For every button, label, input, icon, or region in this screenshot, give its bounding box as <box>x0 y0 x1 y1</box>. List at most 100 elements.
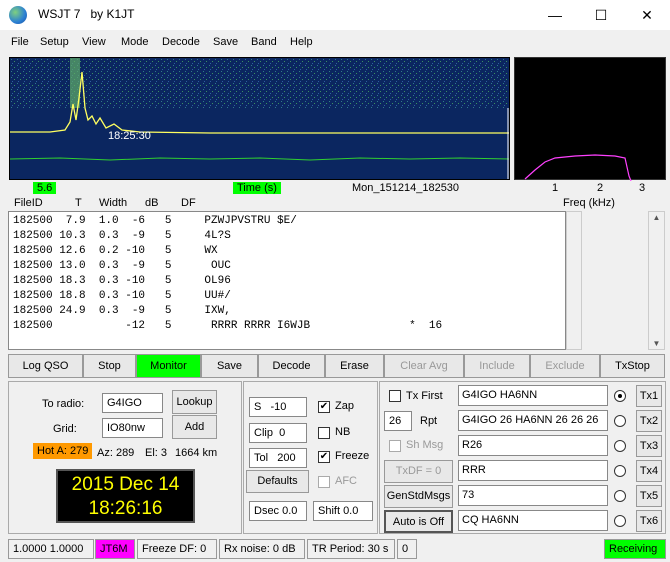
tx6-button[interactable]: Tx6 <box>636 510 662 532</box>
lookup-button[interactable]: Lookup <box>172 390 217 414</box>
menu-file[interactable]: File <box>11 36 29 48</box>
tx-first-checkbox[interactable] <box>389 390 401 402</box>
tol-field[interactable]: Tol 200 <box>249 448 307 468</box>
exclude-button[interactable]: Exclude <box>530 354 600 378</box>
scroll-down-icon[interactable]: ▼ <box>649 339 664 348</box>
tx4-message[interactable]: RRR <box>458 460 608 481</box>
grid-input[interactable]: IO80nw <box>102 418 163 438</box>
clock-date: 2015 Dec 14 <box>71 474 180 495</box>
tx3-button[interactable]: Tx3 <box>636 435 662 457</box>
dsec-field[interactable]: Dsec 0.0 <box>249 501 307 521</box>
decode-button[interactable]: Decode <box>258 354 325 378</box>
tx3-message[interactable]: R26 <box>458 435 608 456</box>
nb-checkbox[interactable] <box>318 427 330 439</box>
status-mode: JT6M <box>95 539 135 559</box>
menu-band[interactable]: Band <box>251 36 277 48</box>
save-button[interactable]: Save <box>201 354 258 378</box>
rpt-label: Rpt <box>420 415 438 427</box>
tx1-button[interactable]: Tx1 <box>636 385 662 407</box>
window-title: WSJT 7 by K1JT <box>38 7 135 21</box>
status-receiving: Receiving <box>604 539 666 559</box>
defaults-button[interactable]: Defaults <box>246 470 309 493</box>
status-levels: 1.0000 1.0000 <box>8 539 94 559</box>
azimuth-value: Az: 289 <box>97 447 135 459</box>
rpt-input[interactable]: 26 <box>384 411 412 431</box>
scale-left-value: 5.6 <box>33 182 57 194</box>
menu-save[interactable]: Save <box>213 36 238 48</box>
afc-checkbox[interactable] <box>318 476 330 488</box>
menu-help[interactable]: Help <box>290 36 313 48</box>
maximize-button[interactable]: ☐ <box>578 0 624 30</box>
scroll-up-icon[interactable]: ▲ <box>649 213 664 222</box>
tx6-message[interactable]: CQ HA6NN <box>458 510 608 531</box>
header-df: DF <box>181 197 196 209</box>
erase-button[interactable]: Erase <box>325 354 384 378</box>
monitor-button[interactable]: Monitor <box>136 354 201 378</box>
clock-time: 18:26:16 <box>88 498 163 519</box>
freq-axis-label: Freq (kHz) <box>563 197 615 209</box>
txstop-button[interactable]: TxStop <box>600 354 665 378</box>
decoded-scrollbar[interactable] <box>566 211 582 350</box>
hot-a-badge: Hot A: 279 <box>33 443 93 459</box>
to-radio-input[interactable]: G4IGO <box>102 393 163 413</box>
shift-field[interactable]: Shift 0.0 <box>313 501 373 521</box>
tx1-message[interactable]: G4IGO HA6NN <box>458 385 608 406</box>
stop-button[interactable]: Stop <box>83 354 136 378</box>
tx5-radio[interactable] <box>614 490 626 502</box>
menu-setup[interactable]: Setup <box>40 36 69 48</box>
minimize-button[interactable]: — <box>532 0 578 30</box>
freq-tick-1: 1 <box>552 182 559 194</box>
clear-avg-button[interactable]: Clear Avg <box>384 354 464 378</box>
menu-view[interactable]: View <box>82 36 106 48</box>
time-axis-label: Time (s) <box>233 182 281 194</box>
s-field[interactable]: S -10 <box>249 397 307 417</box>
elevation-value: El: 3 <box>145 447 168 459</box>
header-t: T <box>75 197 82 209</box>
distance-value: 1664 km <box>175 447 218 459</box>
zap-checkbox[interactable]: ✔ <box>318 401 330 413</box>
tx-first-label: Tx First <box>406 390 443 402</box>
tx2-button[interactable]: Tx2 <box>636 410 662 432</box>
sh-msg-label: Sh Msg <box>406 439 444 451</box>
menu-mode[interactable]: Mode <box>121 36 149 48</box>
freq-tick-3: 3 <box>639 182 646 194</box>
right-scrollbar[interactable]: ▲ ▼ <box>648 211 665 350</box>
tx4-radio[interactable] <box>614 465 626 477</box>
grid-label: Grid: <box>53 423 77 435</box>
close-button[interactable]: ✕ <box>624 0 670 30</box>
header-width: Width <box>99 197 128 209</box>
tx2-radio[interactable] <box>614 415 626 427</box>
sh-msg-checkbox[interactable] <box>389 440 401 452</box>
decoded-text-area[interactable]: 182500 7.9 1.0 -6 5 PZWJPVSTRU $E/ 18250… <box>8 211 566 350</box>
tx2-message[interactable]: G4IGO 26 HA6NN 26 26 26 <box>458 410 608 431</box>
tx1-radio[interactable] <box>614 390 626 402</box>
decoded-lines: 182500 7.9 1.0 -6 5 PZWJPVSTRU $E/ 18250… <box>13 215 443 332</box>
header-fileid: FileID <box>14 197 43 209</box>
add-button[interactable]: Add <box>172 415 217 439</box>
spectrum-display[interactable] <box>514 57 666 181</box>
log-qso-button[interactable]: Log QSO <box>8 354 83 378</box>
menu-decode[interactable]: Decode <box>162 36 200 48</box>
auto-button[interactable]: Auto is Off <box>384 510 453 533</box>
freeze-label: Freeze <box>335 450 370 462</box>
tx5-message[interactable]: 73 <box>458 485 608 506</box>
tx3-radio[interactable] <box>614 440 626 452</box>
include-button[interactable]: Include <box>464 354 530 378</box>
tx5-button[interactable]: Tx5 <box>636 485 662 507</box>
txdf-button[interactable]: TxDF = 0 <box>384 460 453 483</box>
status-freeze-df: Freeze DF: 0 <box>137 539 217 559</box>
waterfall-time-label: 18:25:30 <box>108 130 151 142</box>
file-label: Mon_151214_182530 <box>352 182 460 194</box>
afc-label: AFC <box>335 475 357 487</box>
status-count: 0 <box>397 539 417 559</box>
tx4-button[interactable]: Tx4 <box>636 460 662 482</box>
nb-label: NB <box>335 426 351 438</box>
clip-field[interactable]: Clip 0 <box>249 423 307 443</box>
gen-std-msgs-button[interactable]: GenStdMsgs <box>384 485 453 508</box>
status-rx-noise: Rx noise: 0 dB <box>219 539 305 559</box>
tx6-radio[interactable] <box>614 515 626 527</box>
status-tr-period: TR Period: 30 s <box>307 539 395 559</box>
utc-clock: 2015 Dec 14 18:26:16 <box>56 469 195 523</box>
waterfall-display[interactable]: 18:25:30 <box>9 57 510 180</box>
freeze-checkbox[interactable]: ✔ <box>318 451 330 463</box>
